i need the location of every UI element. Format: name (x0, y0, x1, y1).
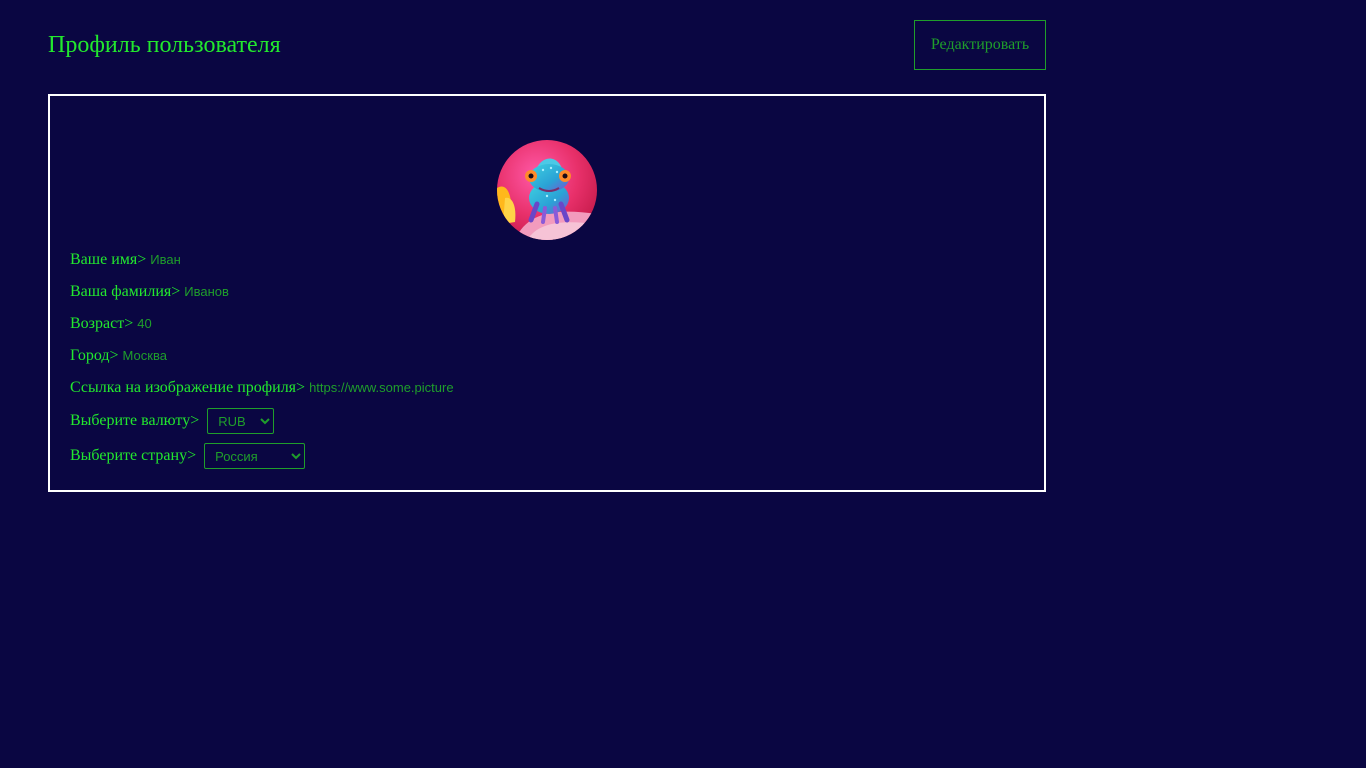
last-name-label: Ваша фамилия> (70, 283, 181, 300)
avatar (497, 140, 597, 240)
city-value: Москва (122, 348, 167, 363)
country-select[interactable]: Россия (204, 443, 306, 470)
country-row: Выберите страну> Россия (70, 443, 306, 470)
edit-button[interactable]: Редактировать (914, 20, 1046, 70)
currency-select[interactable]: RUB (207, 408, 275, 435)
profile-card: Ваше имя> Иван Ваша фамилия> Иванов Возр… (48, 94, 1046, 492)
age-row: Возраст> 40 (70, 314, 152, 334)
city-label: Город> (70, 347, 119, 364)
first-name-value: Иван (150, 252, 181, 267)
page-title: Профиль пользователя (48, 32, 281, 58)
age-label: Возраст> (70, 315, 134, 332)
currency-row: Выберите валюту> RUB (70, 408, 275, 435)
avatar-url-label: Ссылка на изображение профиля> (70, 379, 306, 396)
first-name-label: Ваше имя> (70, 251, 147, 268)
last-name-value: Иванов (184, 284, 229, 299)
city-row: Город> Москва (70, 346, 167, 366)
chameleon-avatar-icon (497, 140, 597, 240)
avatar-url-row: Ссылка на изображение профиля> https://w… (70, 378, 454, 398)
age-value: 40 (137, 316, 152, 331)
first-name-row: Ваше имя> Иван (70, 250, 181, 270)
currency-label: Выберите валюту> (70, 412, 200, 429)
country-label: Выберите страну> (70, 447, 197, 464)
avatar-url-value: https://www.some.picture (309, 380, 454, 395)
last-name-row: Ваша фамилия> Иванов (70, 282, 229, 302)
